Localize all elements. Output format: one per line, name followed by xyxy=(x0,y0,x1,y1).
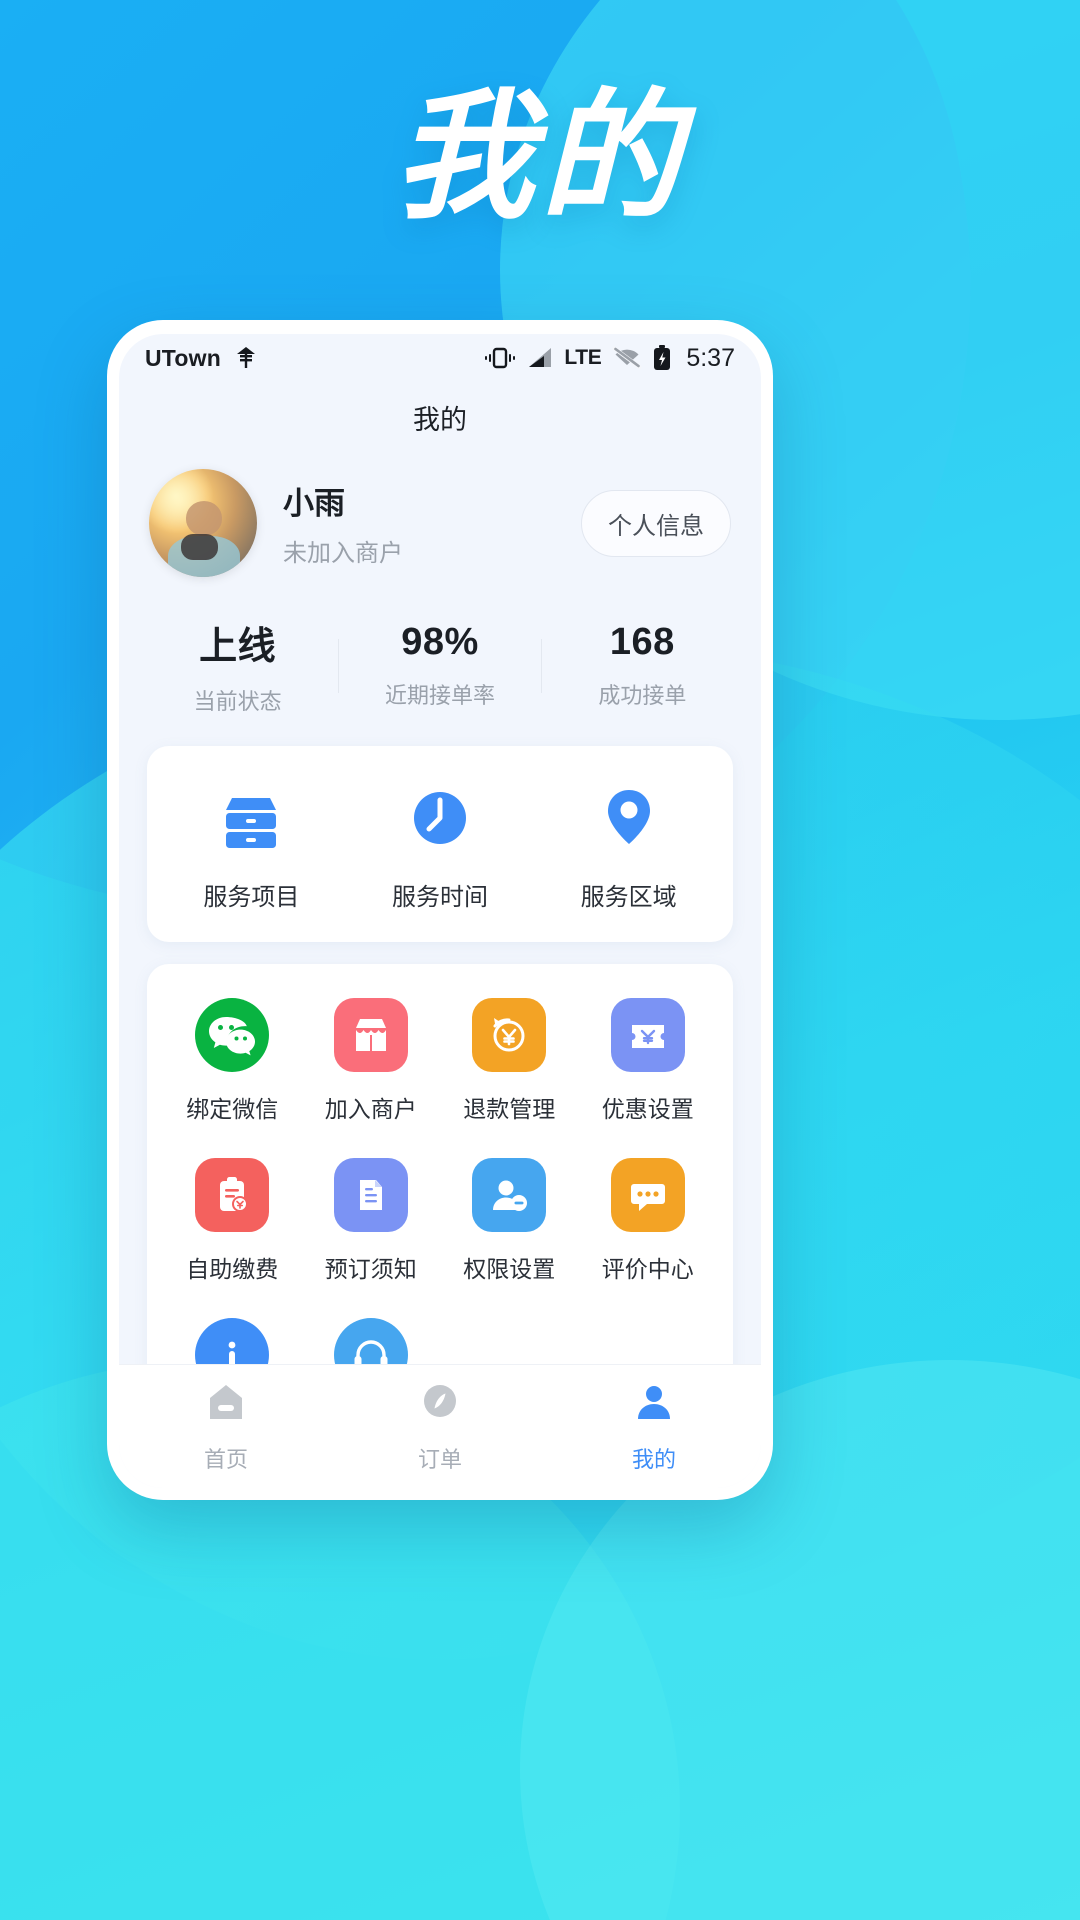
grid-label: 权限设置 xyxy=(463,1256,556,1282)
orders-icon xyxy=(417,1379,463,1430)
store-icon xyxy=(333,998,408,1072)
user-minus-icon xyxy=(472,1158,547,1232)
clock-time: 5:37 xyxy=(686,343,735,372)
stats-row: 上线 当前状态 98% 近期接单率 168 成功接单 xyxy=(119,585,761,746)
coupon-yuan-icon xyxy=(610,998,685,1072)
profile-text: 小雨 未加入商户 xyxy=(283,478,403,568)
comment-dots-icon xyxy=(610,1158,685,1232)
tab-orders[interactable]: 订单 xyxy=(333,1379,547,1474)
status-bar-left: UTown xyxy=(145,345,257,372)
lte-label: LTE xyxy=(564,346,602,369)
grid-item-bind-wechat[interactable]: 绑定微信 xyxy=(163,998,302,1124)
tab-label: 首页 xyxy=(203,1447,248,1472)
user-avatar[interactable] xyxy=(149,469,257,577)
service-label: 服务区域 xyxy=(580,884,677,911)
grid-label: 评价中心 xyxy=(601,1256,694,1282)
document-icon xyxy=(333,1158,408,1232)
avatar-camera xyxy=(181,533,219,560)
user-name: 小雨 xyxy=(283,486,345,521)
grid-label: 优惠设置 xyxy=(601,1096,694,1122)
stat-label: 当前状态 xyxy=(193,689,282,714)
grid-item-discount[interactable]: 优惠设置 xyxy=(579,998,718,1124)
grid-item-booking-notice[interactable]: 预订须知 xyxy=(302,1158,441,1284)
location-pin-icon xyxy=(594,782,664,855)
tab-profile[interactable]: 我的 xyxy=(547,1379,761,1474)
grid-item-review-center[interactable]: 评价中心 xyxy=(579,1158,718,1284)
carrier-label: UTown xyxy=(145,344,221,371)
service-item-area[interactable]: 服务区域 xyxy=(534,782,723,912)
profile-icon xyxy=(631,1379,677,1430)
signal-icon xyxy=(527,347,553,369)
feature-grid: 绑定微信 加入商户 退款管理 优惠设置 自助缴费 预订须知 权限设置 评价中心 xyxy=(147,964,733,1364)
stat-completed-orders[interactable]: 168 成功接单 xyxy=(542,621,743,710)
profile-header[interactable]: 小雨 未加入商户 个人信息 xyxy=(119,443,761,585)
grid-item-permissions[interactable]: 权限设置 xyxy=(440,1158,579,1284)
home-icon xyxy=(203,1379,249,1430)
grid-item-about-us[interactable]: 关于我们 xyxy=(163,1318,302,1364)
feature-grid-card: 绑定微信 加入商户 退款管理 优惠设置 自助缴费 预订须知 权限设置 评价中心 xyxy=(147,964,733,1364)
grid-label: 绑定微信 xyxy=(186,1096,279,1122)
avatar-head xyxy=(185,501,223,536)
refund-yuan-icon xyxy=(472,998,547,1072)
tab-label: 订单 xyxy=(417,1447,462,1472)
stat-label: 成功接单 xyxy=(598,683,687,708)
vibrate-icon xyxy=(484,346,516,370)
battery-charging-icon xyxy=(653,345,671,371)
stat-value: 98% xyxy=(401,621,479,663)
stat-status[interactable]: 上线 当前状态 xyxy=(137,615,338,716)
service-row: 服务项目 服务时间 服务区域 xyxy=(147,746,733,942)
grid-label: 自助缴费 xyxy=(186,1256,279,1282)
tab-home[interactable]: 首页 xyxy=(119,1379,333,1474)
merchant-status: 未加入商户 xyxy=(283,540,403,567)
service-card: 服务项目 服务时间 服务区域 xyxy=(147,746,733,942)
clock-icon xyxy=(405,782,475,855)
grid-label: 加入商户 xyxy=(324,1096,417,1122)
phone-frame: UTown LTE 5:37 我的 小雨 未加入商户 个人信息 上线 当前状态 … xyxy=(107,320,773,1500)
status-bar-right: LTE 5:37 xyxy=(484,344,735,373)
bottom-tab-bar: 首页 订单 我的 xyxy=(119,1364,761,1488)
grid-item-self-payment[interactable]: 自助缴费 xyxy=(163,1158,302,1284)
wifi-hotspot-icon xyxy=(235,346,257,370)
wechat-icon xyxy=(195,998,270,1072)
tab-label: 我的 xyxy=(631,1447,676,1472)
stat-label: 近期接单率 xyxy=(384,683,495,708)
personal-info-button[interactable]: 个人信息 xyxy=(581,489,731,557)
grid-label: 预订须知 xyxy=(324,1256,417,1282)
stat-value: 上线 xyxy=(199,626,277,668)
service-label: 服务时间 xyxy=(392,884,488,911)
service-item-projects[interactable]: 服务项目 xyxy=(157,782,346,912)
info-icon xyxy=(195,1318,270,1364)
service-item-hours[interactable]: 服务时间 xyxy=(346,782,535,912)
grid-item-join-merchant[interactable]: 加入商户 xyxy=(302,998,441,1124)
stat-accept-rate[interactable]: 98% 近期接单率 xyxy=(339,621,540,710)
stat-value: 168 xyxy=(609,621,675,663)
page-content: 小雨 未加入商户 个人信息 上线 当前状态 98% 近期接单率 168 成功接单 xyxy=(119,443,761,1364)
grid-item-support-phone[interactable]: 客服电话 xyxy=(302,1318,441,1364)
hero-title: 我的 xyxy=(393,76,686,239)
phone-screen: UTown LTE 5:37 我的 小雨 未加入商户 个人信息 上线 当前状态 … xyxy=(119,334,761,1488)
status-bar: UTown LTE 5:37 xyxy=(119,334,761,382)
grid-item-refund[interactable]: 退款管理 xyxy=(440,998,579,1124)
clipboard-pay-icon xyxy=(195,1158,270,1232)
drawer-icon xyxy=(216,782,286,855)
headset-icon xyxy=(333,1318,408,1364)
grid-label: 退款管理 xyxy=(463,1096,556,1122)
page-title: 我的 xyxy=(413,405,467,435)
service-label: 服务项目 xyxy=(203,884,300,911)
wifi-off-icon xyxy=(612,346,642,370)
